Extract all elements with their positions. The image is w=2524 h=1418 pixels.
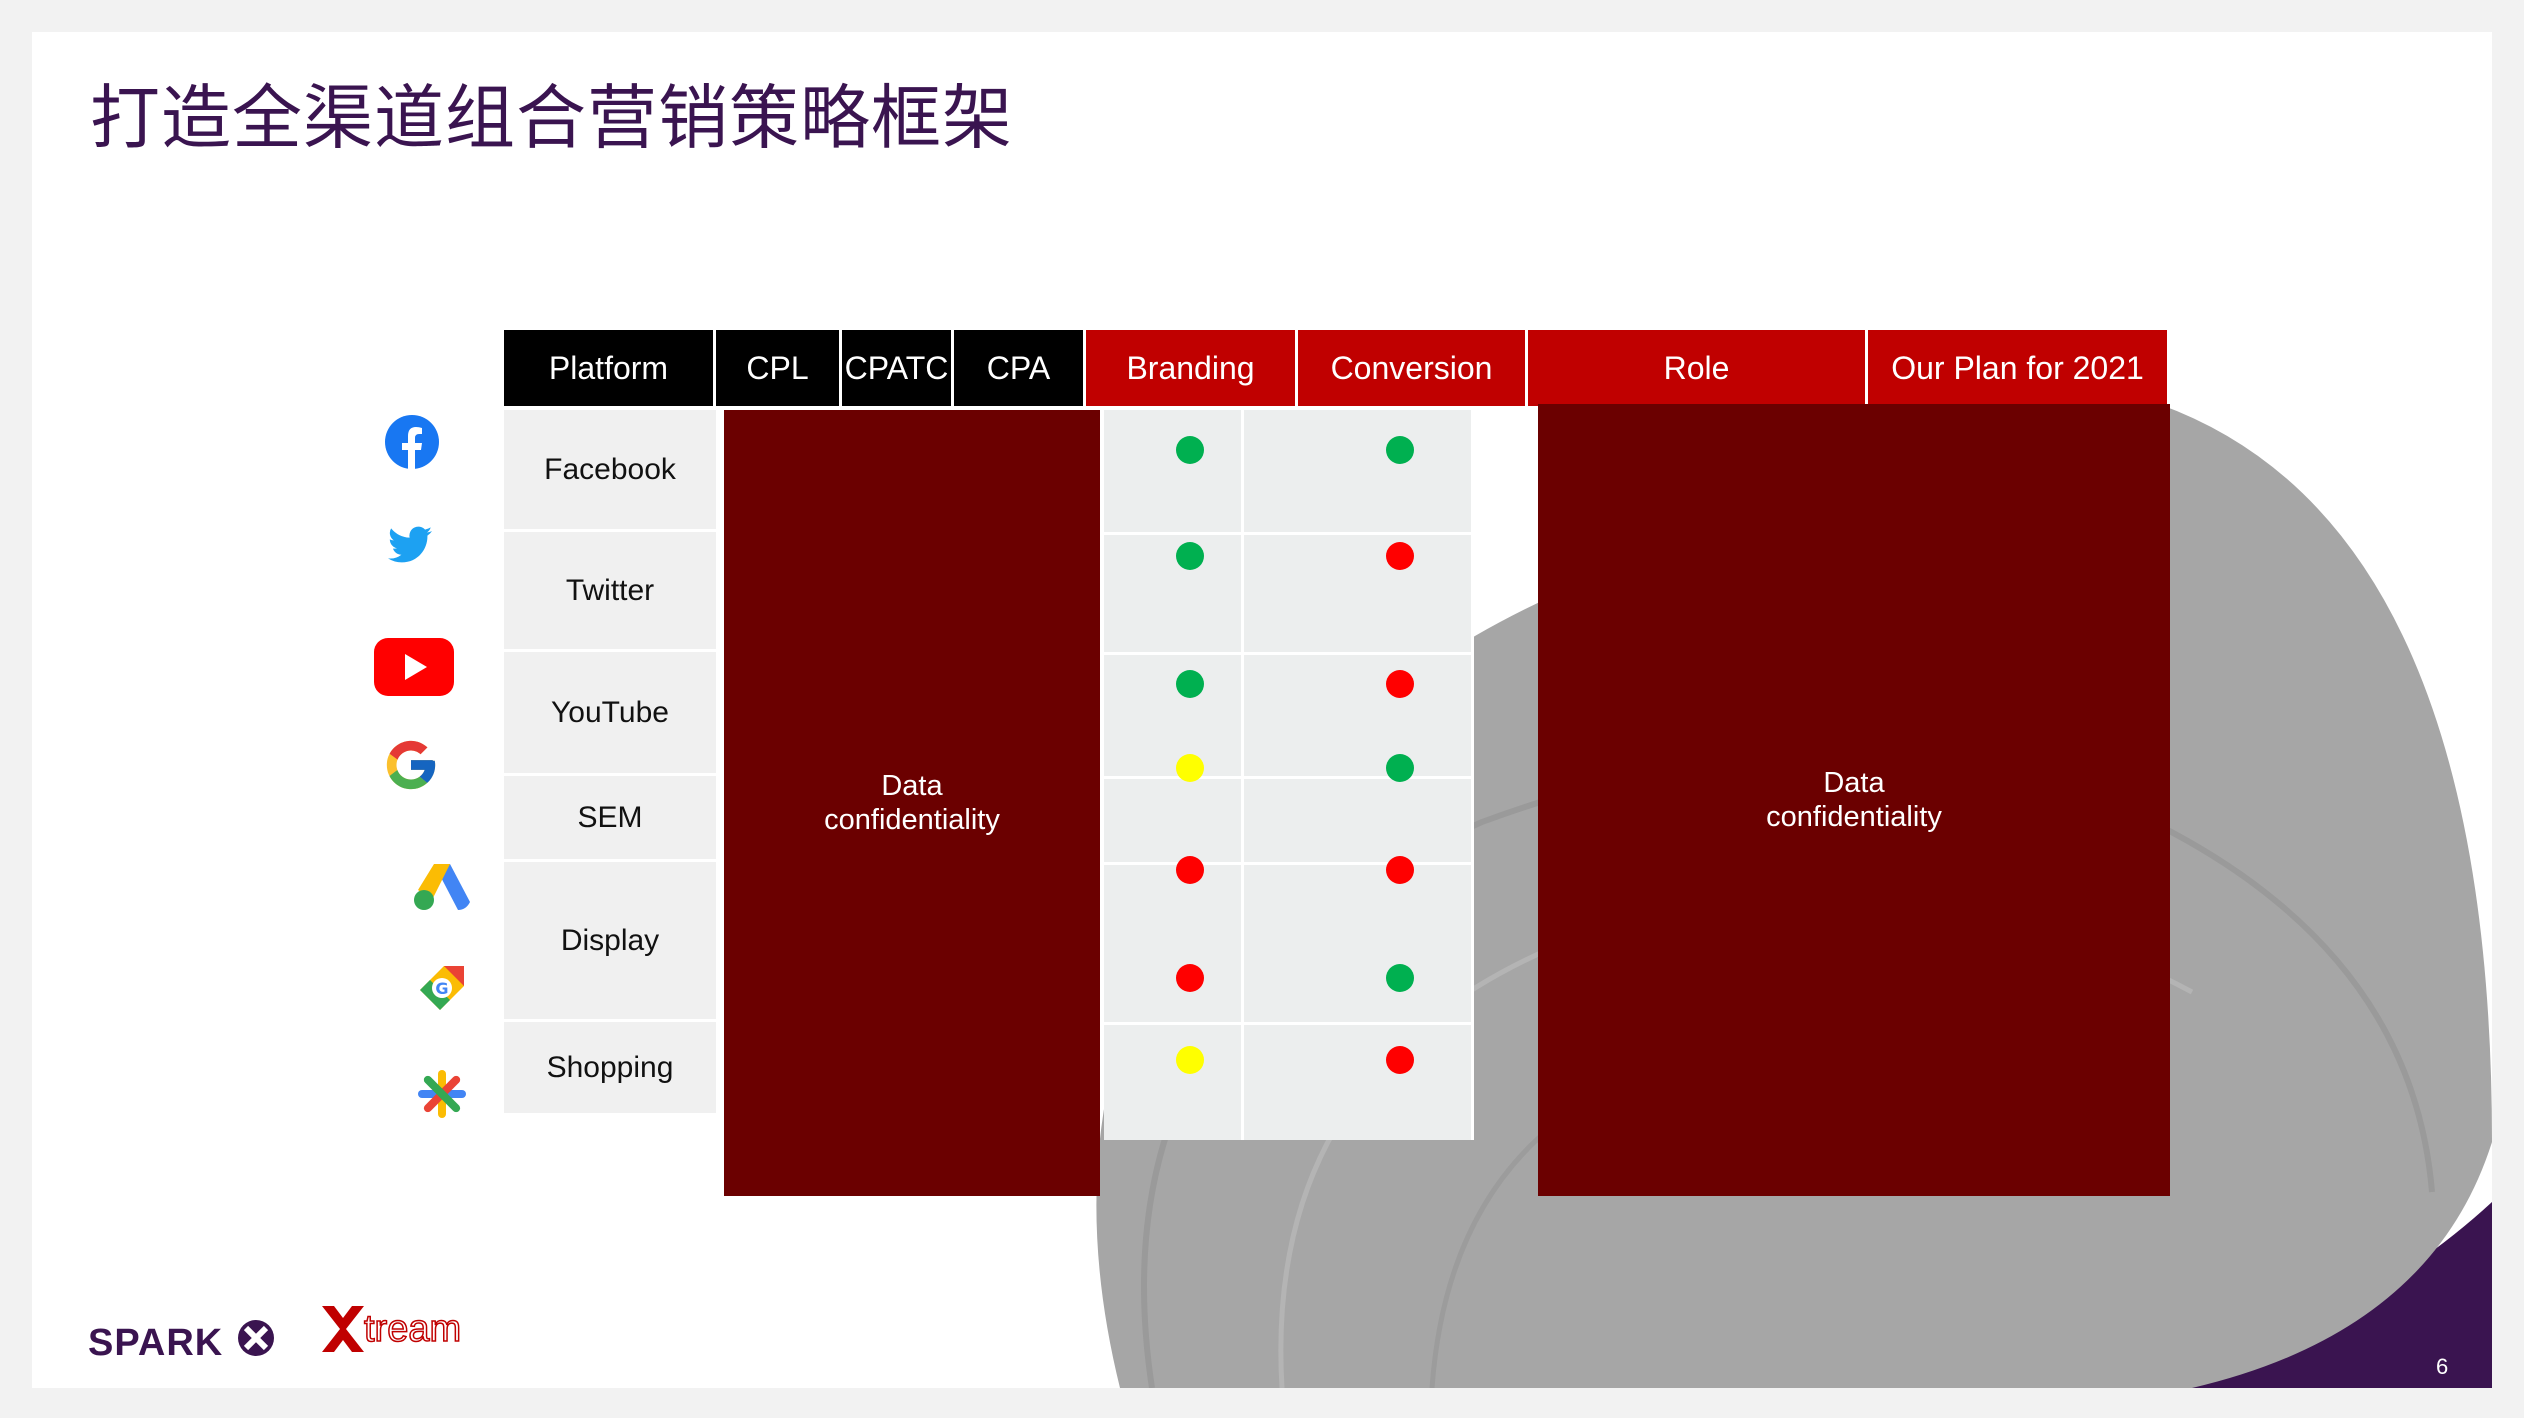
platform-shopping: Shopping	[504, 1022, 716, 1116]
branding-column	[1104, 410, 1244, 1140]
row-divider	[1104, 776, 1474, 779]
header-branding: Branding	[1086, 330, 1298, 406]
row-divider	[1104, 652, 1474, 655]
branding-status-dot	[1176, 856, 1204, 884]
google-ads-icon	[414, 864, 470, 910]
branding-status-dot	[1176, 1046, 1204, 1074]
row-divider	[1104, 532, 1474, 535]
metrics-confidential-text: Data confidentiality	[824, 770, 1000, 836]
facebook-icon	[385, 415, 439, 470]
conversion-status-dot	[1386, 754, 1414, 782]
branding-status-dot	[1176, 670, 1204, 698]
conversion-column	[1244, 410, 1474, 1140]
header-cpa: CPA	[954, 330, 1086, 406]
twitter-icon	[388, 526, 432, 563]
conversion-status-dot	[1386, 856, 1414, 884]
platform-facebook: Facebook	[504, 410, 716, 532]
spark-logo-text: SPARK	[88, 1322, 224, 1364]
platform-display: Display	[504, 862, 716, 1022]
google-shopping-icon: G	[420, 966, 464, 1010]
conversion-status-dot	[1386, 1046, 1414, 1074]
spark-logo: SPARK	[88, 1317, 277, 1365]
header-platform: Platform	[504, 330, 716, 406]
platform-youtube: YouTube	[504, 652, 716, 776]
platform-sem: SEM	[504, 776, 716, 862]
header-cpatc: CPATC	[842, 330, 954, 406]
page-title: 打造全渠道组合营销策略框架	[90, 77, 1013, 159]
conversion-status-dot	[1386, 542, 1414, 570]
header-conversion: Conversion	[1298, 330, 1528, 406]
page-number: 6	[2436, 1354, 2449, 1379]
conversion-status-dot	[1386, 436, 1414, 464]
row-divider	[1104, 1022, 1474, 1025]
branding-status-dot	[1176, 542, 1204, 570]
header-role: Role	[1528, 330, 1868, 406]
google-marketing-icon	[418, 1070, 466, 1118]
xtream-logo-mark	[322, 1306, 364, 1352]
platform-twitter: Twitter	[504, 532, 716, 652]
svg-text:G: G	[435, 979, 448, 998]
branding-status-dot	[1176, 754, 1204, 782]
branding-status-dot	[1176, 436, 1204, 464]
role-confidential-text: Data confidentiality	[1766, 767, 1942, 833]
youtube-icon	[374, 638, 454, 696]
conversion-status-dot	[1386, 670, 1414, 698]
row-divider	[1104, 862, 1474, 865]
metrics-confidential-block: Data confidentiality	[724, 410, 1100, 1196]
header-our-plan-for-2021: Our Plan for 2021	[1868, 330, 2170, 406]
xtream-logo-text: tream	[363, 1307, 462, 1351]
google-icon	[386, 740, 436, 790]
xtream-logo: tream	[320, 1304, 462, 1359]
conversion-status-dot	[1386, 964, 1414, 992]
branding-status-dot	[1176, 964, 1204, 992]
slide: 打造全渠道组合营销策略框架 Platform CPL CPATC CPA Brandin…	[32, 32, 2492, 1388]
spark-logo-mark	[237, 1320, 274, 1356]
role-plan-confidential-block: Data confidentiality	[1538, 404, 2170, 1196]
header-cpl: CPL	[716, 330, 842, 406]
